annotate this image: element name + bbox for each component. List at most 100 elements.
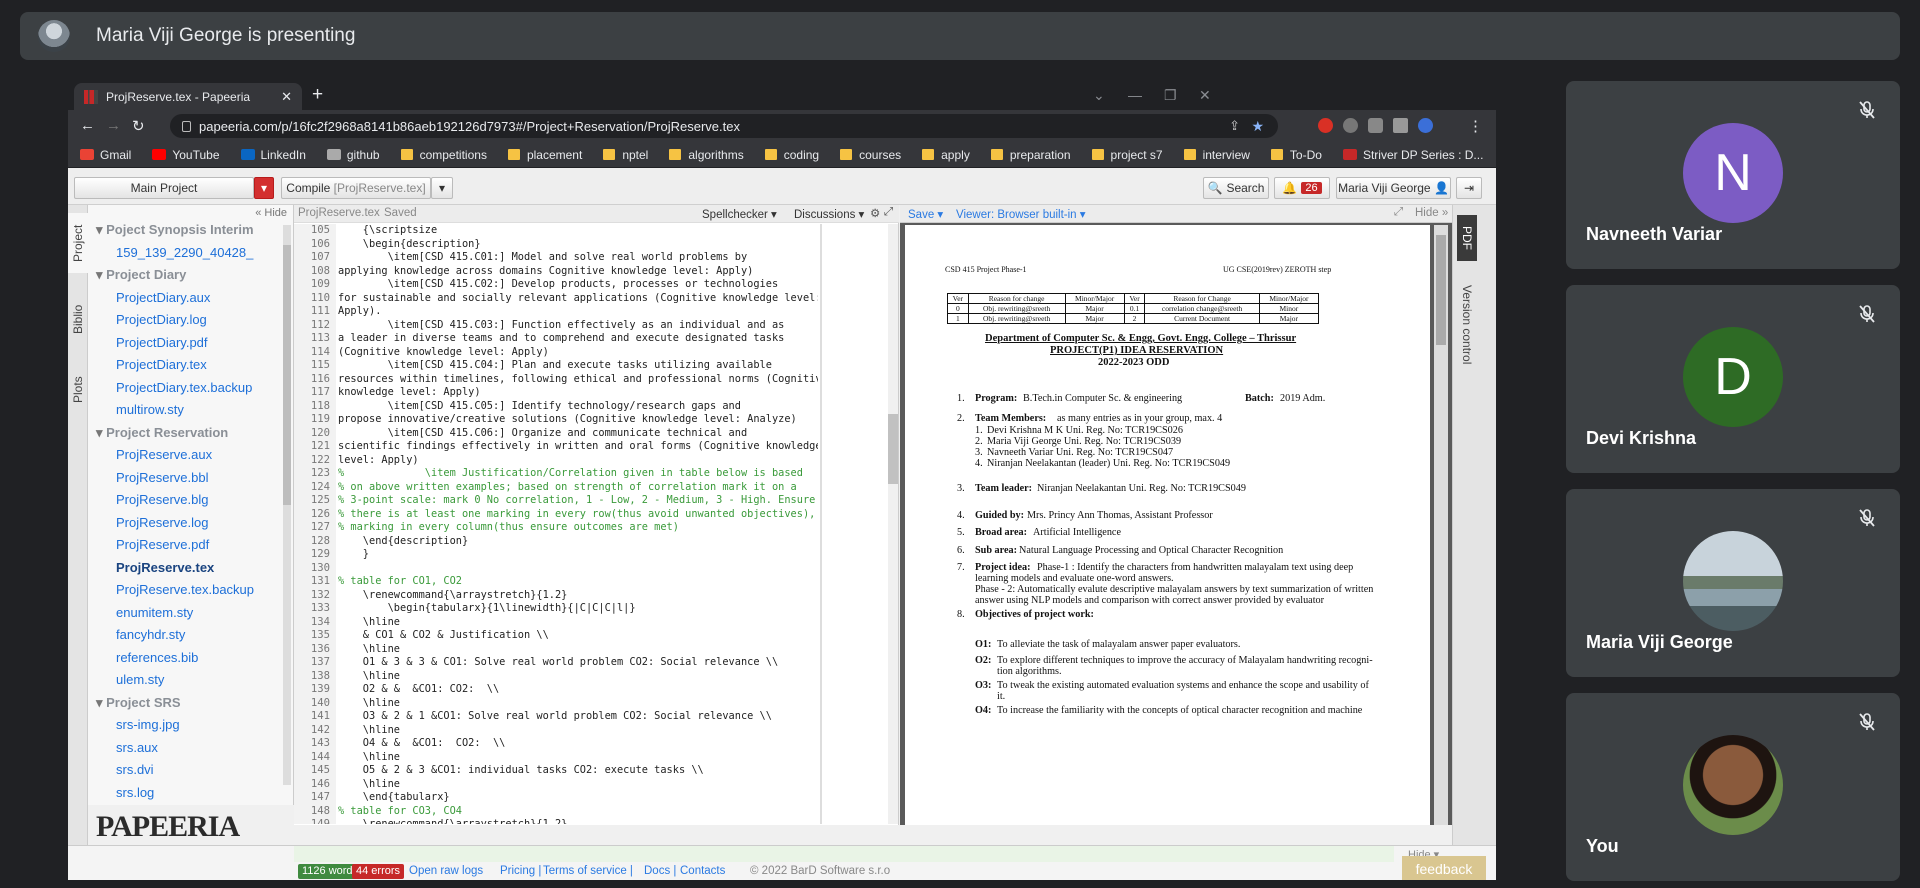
- new-tab-icon[interactable]: +: [312, 84, 323, 106]
- line-number: 110: [310, 291, 330, 304]
- star-icon[interactable]: ★: [1251, 118, 1264, 135]
- code-text[interactable]: {\scriptsize \begin{description} \item[C…: [338, 224, 818, 824]
- bookmark-item[interactable]: preparation: [990, 148, 1071, 162]
- file-tree-item[interactable]: ProjReserve.pdf: [116, 537, 209, 552]
- line-number: 147: [310, 791, 330, 803]
- bookmark-item[interactable]: Striver DP Series : D...: [1342, 148, 1483, 162]
- contacts-link[interactable]: Contacts: [680, 865, 725, 877]
- extension-icon[interactable]: [1318, 118, 1333, 133]
- vtab-plots[interactable]: Plots: [68, 365, 88, 415]
- file-tree-item[interactable]: enumitem.sty: [116, 605, 193, 620]
- close-window-icon[interactable]: ✕: [1199, 87, 1211, 104]
- logout-icon[interactable]: ⇥: [1456, 177, 1482, 199]
- file-tree-item[interactable]: ProjectDiary.tex.backup: [116, 380, 252, 395]
- bookmark-item[interactable]: YouTube: [152, 148, 220, 162]
- user-button[interactable]: Maria Viji George 👤: [1336, 177, 1451, 199]
- bookmark-item[interactable]: Gmail: [80, 148, 131, 162]
- bookmark-item[interactable]: To-Do: [1270, 148, 1322, 162]
- spellchecker-dropdown[interactable]: Spellchecker ▾: [702, 207, 777, 221]
- address-bar[interactable]: papeeria.com/p/16fc2f2968a8141b86aeb1921…: [170, 114, 1278, 138]
- main-project-caret[interactable]: ▾: [254, 177, 274, 199]
- file-tree-item[interactable]: references.bib: [116, 650, 198, 665]
- minimize-icon[interactable]: —: [1128, 87, 1142, 103]
- hide-sidebar-button[interactable]: « Hide: [88, 205, 293, 222]
- file-tree-item[interactable]: srs.log: [116, 785, 154, 800]
- bookmark-item[interactable]: placement: [507, 148, 582, 162]
- bookmark-item[interactable]: nptel: [603, 148, 648, 162]
- close-tab-icon[interactable]: ✕: [281, 89, 292, 105]
- file-tree-item[interactable]: fancyhdr.sty: [116, 627, 185, 642]
- file-tree-item[interactable]: 159_139_2290_40428_: [116, 245, 253, 260]
- save-dropdown[interactable]: Save ▾: [908, 207, 943, 221]
- file-tree-item[interactable]: ProjectDiary.pdf: [116, 335, 208, 350]
- code-line: \item[CSD 415.C03:] Function effectively…: [338, 318, 785, 331]
- file-tree-item[interactable]: ProjReserve.log: [116, 515, 209, 530]
- error-count-badge[interactable]: 44 errors: [352, 864, 405, 879]
- chevron-down-icon[interactable]: ⌄: [1093, 87, 1105, 104]
- file-tree-item[interactable]: srs.dvi: [116, 762, 154, 777]
- file-tree-group[interactable]: Project Reservation: [96, 425, 228, 441]
- file-tree-item[interactable]: srs-img.jpg: [116, 717, 180, 732]
- bookmark-item[interactable]: github: [326, 148, 380, 162]
- vtab-version-control[interactable]: Version control: [1457, 285, 1477, 395]
- browser-tab[interactable]: ProjReserve.tex - Papeeria ✕: [74, 83, 302, 110]
- forward-icon[interactable]: →: [106, 117, 121, 134]
- pricing-link[interactable]: Pricing |: [500, 865, 541, 877]
- code-line: Apply).: [338, 305, 382, 317]
- bookmark-item[interactable]: LinkedIn: [240, 148, 306, 162]
- bookmark-item[interactable]: coding: [764, 148, 819, 162]
- vtab-biblio[interactable]: Biblio: [68, 291, 88, 347]
- menu-kebab-icon[interactable]: ⋮: [1468, 117, 1483, 135]
- terms-link[interactable]: Terms of service |: [543, 865, 633, 877]
- discussions-dropdown[interactable]: Discussions ▾: [794, 207, 864, 221]
- profile-avatar[interactable]: [1418, 118, 1433, 133]
- compile-caret[interactable]: ▾: [431, 177, 453, 199]
- restore-icon[interactable]: ❐: [1164, 87, 1177, 104]
- vtab-pdf[interactable]: PDF: [1457, 215, 1477, 261]
- code-line: \end{description}: [338, 534, 469, 547]
- editor-scrollbar[interactable]: [888, 224, 898, 824]
- share-icon[interactable]: ⇪: [1229, 118, 1240, 134]
- extensions-puzzle-icon[interactable]: [1368, 118, 1383, 133]
- file-tree-group[interactable]: Project Diary: [96, 267, 186, 283]
- file-tree-item[interactable]: ProjectDiary.tex: [116, 357, 207, 372]
- search-button[interactable]: 🔍 Search: [1203, 177, 1269, 199]
- feedback-button[interactable]: feedback: [1402, 856, 1486, 880]
- file-tree-group[interactable]: Poject Synopsis Interim: [96, 222, 253, 238]
- file-tree-item[interactable]: ProjReserve.tex.backup: [116, 582, 254, 597]
- file-tree-item[interactable]: ProjReserve.blg: [116, 492, 209, 507]
- gear-icon[interactable]: ⚙: [870, 206, 880, 220]
- reload-icon[interactable]: ↻: [132, 117, 145, 135]
- hide-viewer-button[interactable]: Hide »: [1415, 207, 1448, 219]
- bookmark-item[interactable]: competitions: [400, 148, 487, 162]
- file-tree-item[interactable]: ProjReserve.aux: [116, 447, 212, 462]
- open-raw-logs-link[interactable]: Open raw logs: [409, 865, 483, 877]
- compile-button[interactable]: Compile [ProjReserve.tex]: [281, 177, 431, 199]
- file-tree-item[interactable]: ProjReserve.tex: [116, 560, 214, 575]
- viewer-scrollbar[interactable]: [1434, 225, 1448, 825]
- bookmark-item[interactable]: interview: [1183, 148, 1250, 162]
- file-tree-item[interactable]: ProjectDiary.aux: [116, 290, 210, 305]
- back-icon[interactable]: ←: [80, 117, 95, 134]
- expand-icon[interactable]: ⤢: [884, 206, 893, 219]
- vtab-project[interactable]: Project: [68, 213, 88, 273]
- folder-icon: [922, 149, 935, 160]
- bookmark-item[interactable]: apply: [922, 148, 970, 162]
- notifications-button[interactable]: 🔔 26: [1274, 177, 1330, 199]
- file-tree-group[interactable]: Project SRS: [96, 695, 180, 711]
- bookmark-item[interactable]: project s7: [1091, 148, 1163, 162]
- file-tree-item[interactable]: ProjReserve.bbl: [116, 470, 209, 485]
- main-project-dropdown[interactable]: Main Project: [74, 177, 254, 199]
- expand-viewer-icon[interactable]: ⤢: [1394, 206, 1403, 219]
- docs-link[interactable]: Docs |: [644, 865, 676, 877]
- sidepanel-icon[interactable]: [1393, 118, 1408, 133]
- bookmark-item[interactable]: courses: [840, 148, 901, 162]
- file-tree-scrollbar[interactable]: [283, 225, 291, 785]
- bookmark-item[interactable]: algorithms: [669, 148, 744, 162]
- extension-g-icon[interactable]: [1343, 118, 1358, 133]
- file-tree-item[interactable]: srs.aux: [116, 740, 158, 755]
- file-tree-item[interactable]: multirow.sty: [116, 402, 184, 417]
- viewer-mode-dropdown[interactable]: Viewer: Browser built-in ▾: [956, 207, 1086, 221]
- file-tree-item[interactable]: ulem.sty: [116, 672, 164, 687]
- file-tree-item[interactable]: ProjectDiary.log: [116, 312, 207, 327]
